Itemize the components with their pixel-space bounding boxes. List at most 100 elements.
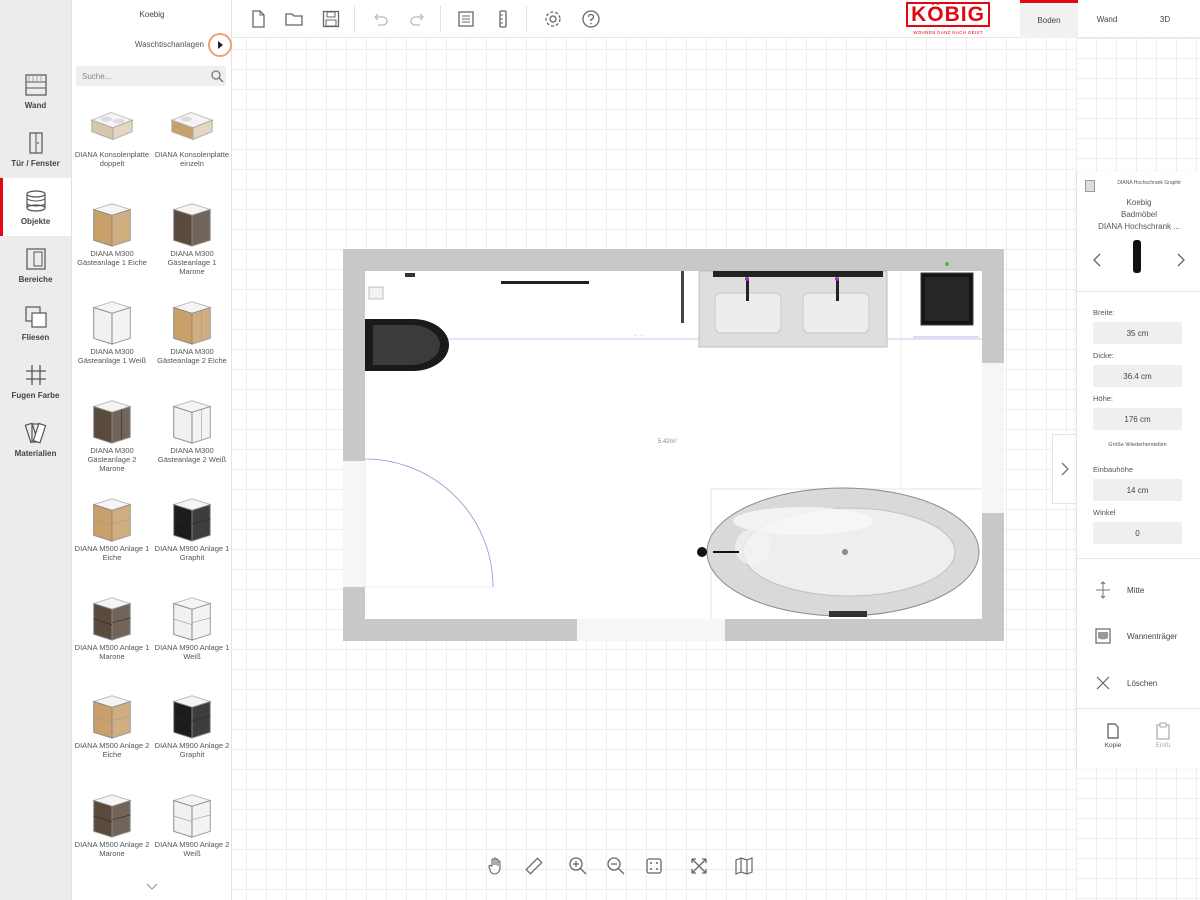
product-item[interactable]: DIANA M500 Anlage 2 Marone: [72, 784, 152, 883]
product-item[interactable]: DIANA M900 Anlage 1 Weiß: [152, 587, 232, 686]
previous-object-icon[interactable]: [1089, 252, 1105, 268]
redo-button[interactable]: [407, 8, 429, 30]
product-name: DIANA M500 Anlage 1 Marone: [74, 642, 150, 661]
dicke-input[interactable]: [1093, 365, 1182, 387]
fullscreen-button[interactable]: [687, 854, 711, 878]
next-object-icon[interactable]: [1173, 252, 1189, 268]
winkel-label: Winkel: [1093, 508, 1116, 517]
product-name: DIANA M300 Gästeanlage 2 Eiche: [157, 347, 227, 365]
einbauhoehe-input[interactable]: [1093, 479, 1182, 501]
app-root: Wand Tür / Fenster Objekte Bereiche Flie…: [0, 0, 1200, 900]
product-item[interactable]: DIANA M300 Gästeanlage 2 Marone: [72, 390, 152, 489]
properties-panel: DIANA Hochschrank Graphit Koebig Badmöbe…: [1076, 172, 1200, 768]
product-name: DIANA M500 Anlage 1 Eiche: [74, 544, 150, 562]
reset-size-link[interactable]: Größe Wiederherstellen: [1093, 442, 1182, 448]
center-label: Mitte: [1127, 585, 1145, 595]
hoehe-input[interactable]: [1093, 408, 1182, 430]
rail-item-materialien[interactable]: Materialien: [0, 410, 71, 468]
product-item[interactable]: DIANA Konsolenplatte doppelt: [72, 94, 152, 193]
product-item[interactable]: DIANA M500 Anlage 1 Eiche: [72, 488, 152, 587]
catalog-search-input[interactable]: [76, 66, 226, 86]
fit-screen-icon: [646, 858, 662, 874]
product-thumbnail: [172, 202, 212, 247]
tab-wand[interactable]: Wand: [1078, 0, 1136, 38]
floorplan[interactable]: ← →: [343, 249, 1004, 641]
tub-support-icon: [1095, 628, 1111, 644]
undo-button[interactable]: [369, 8, 391, 30]
window-right: [982, 363, 1004, 513]
rail-item-wand[interactable]: Wand: [0, 62, 71, 120]
save-button[interactable]: [320, 8, 342, 30]
paste-button[interactable]: Einfü: [1143, 722, 1183, 756]
category-next-button[interactable]: [208, 33, 232, 57]
areas-icon: [25, 248, 46, 270]
rail-item-fugen[interactable]: Fugen Farbe: [0, 352, 71, 410]
rail-item-tuer[interactable]: Tür / Fenster: [0, 120, 71, 178]
tab-3d[interactable]: 3D: [1136, 0, 1194, 38]
product-thumbnail: [92, 793, 132, 838]
help-button[interactable]: [580, 8, 602, 30]
measure-icon: [499, 10, 507, 28]
redo-icon: [410, 13, 424, 26]
materials-icon: [24, 422, 46, 444]
product-thumbnail: [172, 596, 212, 641]
pan-tool-button[interactable]: [484, 854, 508, 878]
product-thumbnail: [92, 202, 132, 247]
catalog-panel: Koebig Waschtischanlagen DIANA Konsolenp…: [72, 0, 232, 900]
product-thumbnail: [172, 793, 212, 838]
product-item[interactable]: DIANA M500 Anlage 1 Marone: [72, 587, 152, 686]
tub-support-button[interactable]: Wannenträger: [1093, 625, 1193, 647]
product-item[interactable]: DIANA M300 Gästeanlage 1 Marone: [152, 193, 232, 292]
product-thumbnail: [172, 695, 212, 739]
catalog-category[interactable]: Waschtischanlagen: [72, 40, 204, 49]
zoom-out-button[interactable]: [604, 854, 628, 878]
zoom-in-button[interactable]: [566, 854, 590, 878]
open-folder-button[interactable]: [283, 8, 305, 30]
rail-item-bereiche[interactable]: Bereiche: [0, 236, 71, 294]
product-thumbnail: [172, 498, 212, 542]
map-view-button[interactable]: [732, 854, 756, 878]
search-icon[interactable]: [210, 69, 224, 83]
breite-label: Breite:: [1093, 308, 1115, 317]
product-thumbnail: [92, 301, 132, 345]
fit-screen-button[interactable]: [642, 854, 666, 878]
winkel-input[interactable]: [1093, 522, 1182, 544]
product-item[interactable]: DIANA M300 Gästeanlage 1 Weiß: [72, 291, 152, 390]
rail-item-fliesen[interactable]: Fliesen: [0, 294, 71, 352]
center-button[interactable]: Mitte: [1093, 579, 1193, 601]
parts-list-button[interactable]: [455, 8, 477, 30]
chevron-down-icon[interactable]: [144, 882, 160, 892]
product-item[interactable]: DIANA M500 Anlage 2 Eiche: [72, 685, 152, 784]
settings-button[interactable]: [542, 8, 564, 30]
product-thumbnail: [90, 111, 134, 141]
product-item[interactable]: DIANA M900 Anlage 2 Graphit: [152, 685, 232, 784]
copy-button[interactable]: Kopie: [1093, 722, 1133, 756]
expand-properties-tab[interactable]: [1052, 434, 1076, 504]
product-name: DIANA M300 Gästeanlage 1 Marone: [167, 248, 217, 276]
doorway-bottom: [577, 619, 725, 641]
product-item[interactable]: DIANA M900 Anlage 1 Graphit: [152, 488, 232, 587]
measure-button[interactable]: [492, 8, 514, 30]
product-item[interactable]: DIANA M900 Anlage 2 Weiß: [152, 784, 232, 883]
product-name: DIANA Konsolenplatte einzeln: [154, 150, 230, 168]
delete-button[interactable]: Löschen: [1093, 672, 1193, 694]
einbauhoehe-label: Einbauhöhe: [1093, 465, 1134, 474]
map-icon: [735, 857, 753, 875]
rail-item-objekte[interactable]: Objekte: [0, 178, 71, 236]
grout-icon: [25, 365, 46, 385]
product-name: DIANA M900 Anlage 1 Weiß: [154, 642, 230, 661]
product-item[interactable]: DIANA M300 Gästeanlage 2 Weiß: [152, 390, 232, 489]
selected-product: DIANA Hochschrank ...: [1098, 222, 1180, 231]
product-item[interactable]: DIANA M300 Gästeanlage 1 Eiche: [72, 193, 152, 292]
door-icon: [28, 132, 43, 154]
tab-boden[interactable]: Boden: [1020, 0, 1078, 38]
product-name: DIANA M900 Anlage 2 Weiß: [154, 839, 230, 858]
new-file-icon: [252, 10, 265, 28]
breite-input[interactable]: [1093, 322, 1182, 344]
object-preview: [1133, 240, 1141, 273]
help-icon: [582, 10, 600, 28]
product-item[interactable]: DIANA Konsolenplatte einzeln: [152, 94, 232, 193]
product-item[interactable]: DIANA M300 Gästeanlage 2 Eiche: [152, 291, 232, 390]
ruler-tool-button[interactable]: [522, 854, 546, 878]
new-file-button[interactable]: [247, 8, 269, 30]
